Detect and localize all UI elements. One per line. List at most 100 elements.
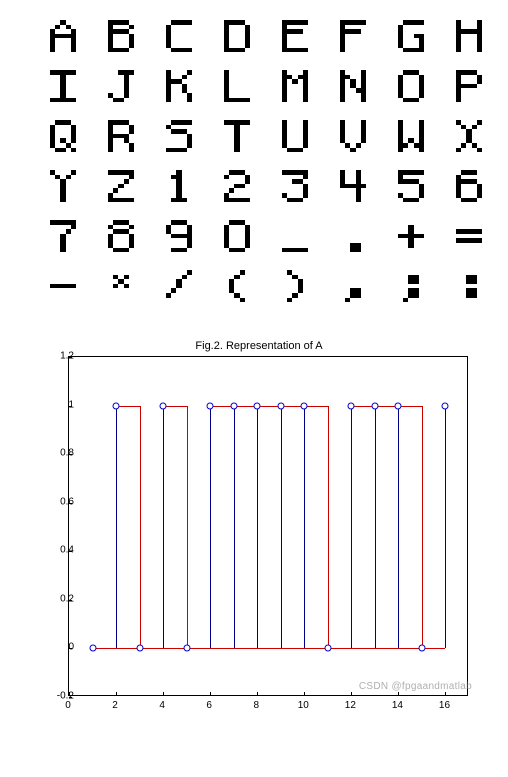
- glyph-Z: [108, 170, 130, 202]
- chart-plot: [68, 356, 468, 696]
- chart-title: Fig.2. Representation of A: [40, 340, 478, 352]
- xtick-label: 16: [439, 700, 450, 711]
- glyph-M: [282, 70, 304, 102]
- glyph-/: [166, 270, 188, 302]
- glyph-grid: [0, 0, 508, 330]
- stem: [281, 406, 282, 649]
- stem-marker: [277, 402, 284, 409]
- stem-marker: [160, 402, 167, 409]
- xtick-label: 0: [65, 700, 71, 711]
- glyph-row: [50, 70, 478, 102]
- glyph-1: [166, 170, 188, 202]
- ytick-label: 1.2: [60, 351, 74, 362]
- stem: [210, 406, 211, 649]
- stem-marker: [89, 645, 96, 652]
- stem: [304, 406, 305, 649]
- ytick-label: 0.6: [60, 496, 74, 507]
- glyph--: [50, 270, 72, 302]
- glyph-3: [282, 170, 304, 202]
- glyph-): [282, 270, 304, 302]
- glyph-Y: [50, 170, 72, 202]
- glyph-row: [50, 220, 478, 252]
- glyph-row: [50, 170, 478, 202]
- glyph-(: [224, 270, 246, 302]
- stem-marker: [207, 402, 214, 409]
- stem: [116, 406, 117, 649]
- xtick-label: 10: [298, 700, 309, 711]
- glyph-8: [108, 220, 130, 252]
- glyph-R: [108, 120, 130, 152]
- glyph-=: [456, 220, 478, 252]
- stem-marker: [324, 645, 331, 652]
- plot-area: [69, 357, 467, 695]
- stem-marker: [301, 402, 308, 409]
- xtick-label: 8: [253, 700, 259, 711]
- xtick-label: 14: [392, 700, 403, 711]
- glyph-J: [108, 70, 130, 102]
- stem-marker: [371, 402, 378, 409]
- stem: [163, 406, 164, 649]
- glyph-E: [282, 20, 304, 52]
- glyph-5: [398, 170, 420, 202]
- glyph-K: [166, 70, 188, 102]
- glyph-G: [398, 20, 420, 52]
- glyph-P: [456, 70, 478, 102]
- glyph-2: [224, 170, 246, 202]
- glyph-A: [50, 20, 72, 52]
- glyph-L: [224, 70, 246, 102]
- glyph-Q: [50, 120, 72, 152]
- ytick-label: 1: [68, 399, 74, 410]
- glyph-6: [456, 170, 478, 202]
- stem-marker: [136, 645, 143, 652]
- xtick-label: 2: [112, 700, 118, 711]
- glyph-4: [340, 170, 362, 202]
- glyph-H: [456, 20, 478, 52]
- stem-marker: [230, 402, 237, 409]
- glyph-row: [50, 270, 478, 302]
- glyph-X: [456, 120, 478, 152]
- glyph-B: [108, 20, 130, 52]
- glyph-,: [340, 270, 362, 302]
- xtick-label: 12: [345, 700, 356, 711]
- glyph-;: [398, 270, 420, 302]
- stem-marker: [113, 402, 120, 409]
- ytick-label: 0.2: [60, 593, 74, 604]
- stem-marker: [418, 645, 425, 652]
- glyph-+: [398, 220, 420, 252]
- glyph-*: [108, 270, 130, 302]
- stem-marker: [442, 402, 449, 409]
- glyph-9: [166, 220, 188, 252]
- stem-marker: [395, 402, 402, 409]
- stem: [351, 406, 352, 649]
- stem-marker: [183, 645, 190, 652]
- glyph-F: [340, 20, 362, 52]
- glyph-O: [398, 70, 420, 102]
- stem: [234, 406, 235, 649]
- glyph-7: [50, 220, 72, 252]
- stem-marker: [348, 402, 355, 409]
- stem: [257, 406, 258, 649]
- glyph-S: [166, 120, 188, 152]
- glyph-N: [340, 70, 362, 102]
- glyph-_: [282, 220, 304, 252]
- ytick-label: 0: [68, 642, 74, 653]
- xtick-label: 4: [159, 700, 165, 711]
- glyph-U: [282, 120, 304, 152]
- glyph-V: [340, 120, 362, 152]
- glyph-row: [50, 120, 478, 152]
- chart-container: Fig.2. Representation of A CSDN @fpgaand…: [0, 330, 508, 716]
- glyph-0: [224, 220, 246, 252]
- glyph-T: [224, 120, 246, 152]
- glyph-row: [50, 20, 478, 52]
- glyph-I: [50, 70, 72, 102]
- ytick-label: 0.4: [60, 545, 74, 556]
- glyph-C: [166, 20, 188, 52]
- xtick-label: 6: [206, 700, 212, 711]
- glyph-D: [224, 20, 246, 52]
- glyph-.: [340, 220, 362, 252]
- stem: [445, 406, 446, 649]
- glyph-W: [398, 120, 420, 152]
- stem-marker: [254, 402, 261, 409]
- glyph-:: [456, 270, 478, 302]
- ytick-label: 0.8: [60, 448, 74, 459]
